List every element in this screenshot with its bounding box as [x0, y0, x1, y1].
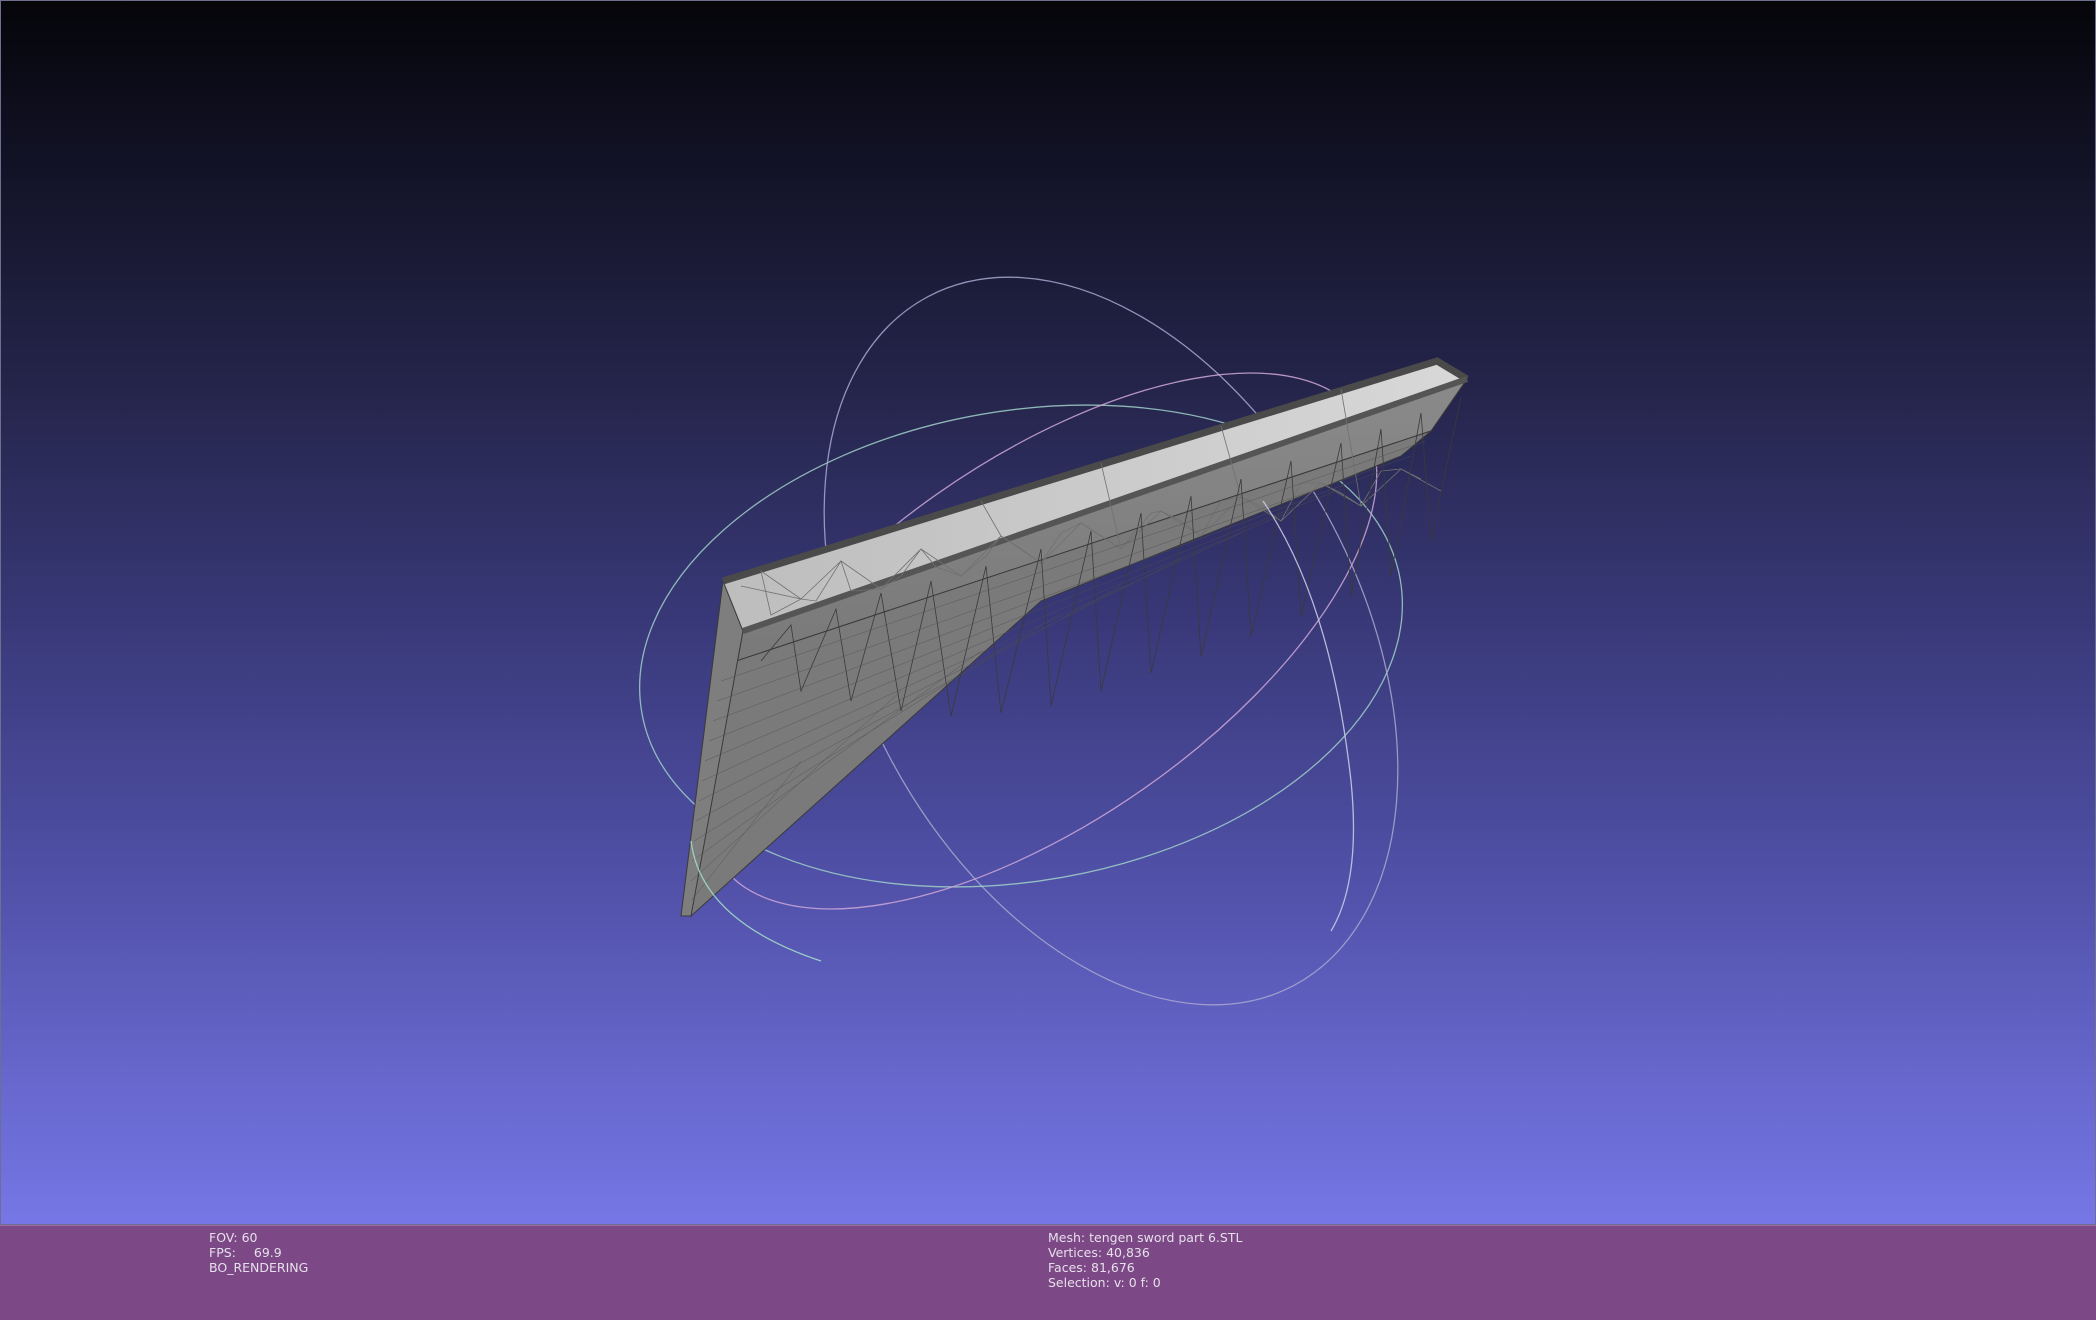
fps-label: FPS: — [209, 1245, 236, 1260]
selection-label: Selection: — [1048, 1275, 1110, 1290]
vertices-value: 40,836 — [1106, 1245, 1150, 1260]
info-bar: FOV: 60 FPS: 69.9 BO_RENDERING Mesh: tengen… — [0, 1225, 2096, 1320]
meshlab-window: FOV: 60 FPS: 69.9 BO_RENDERING Mesh: tengen… — [0, 0, 2096, 1320]
fov-row: FOV: 60 — [209, 1230, 308, 1245]
render-info: FOV: 60 FPS: 69.9 BO_RENDERING — [209, 1230, 308, 1275]
fps-row: FPS: 69.9 — [209, 1245, 308, 1260]
selection-row: Selection: v: 0 f: 0 — [1048, 1275, 1242, 1290]
fps-value: 69.9 — [253, 1245, 282, 1260]
mesh-label: Mesh: — [1048, 1230, 1086, 1245]
render-mode: BO_RENDERING — [209, 1260, 309, 1275]
faces-label: Faces: — [1048, 1260, 1087, 1275]
faces-value: 81,676 — [1091, 1260, 1135, 1275]
mesh-name: tengen sword part 6.STL — [1089, 1230, 1243, 1245]
faces-row: Faces: 81,676 — [1048, 1260, 1242, 1275]
vertices-label: Vertices: — [1048, 1245, 1103, 1260]
selection-value: v: 0 f: 0 — [1113, 1275, 1161, 1290]
fov-label: FOV: — [209, 1230, 238, 1245]
3d-viewport[interactable] — [0, 0, 2096, 1225]
vertices-row: Vertices: 40,836 — [1048, 1245, 1242, 1260]
fov-value: 60 — [241, 1230, 258, 1245]
mesh-name-row: Mesh: tengen sword part 6.STL — [1048, 1230, 1242, 1245]
mesh-ridge-edge — [742, 376, 1468, 634]
mesh-info: Mesh: tengen sword part 6.STL Vertices: 40… — [1048, 1230, 1242, 1290]
scene-svg — [639, 276, 1469, 1006]
